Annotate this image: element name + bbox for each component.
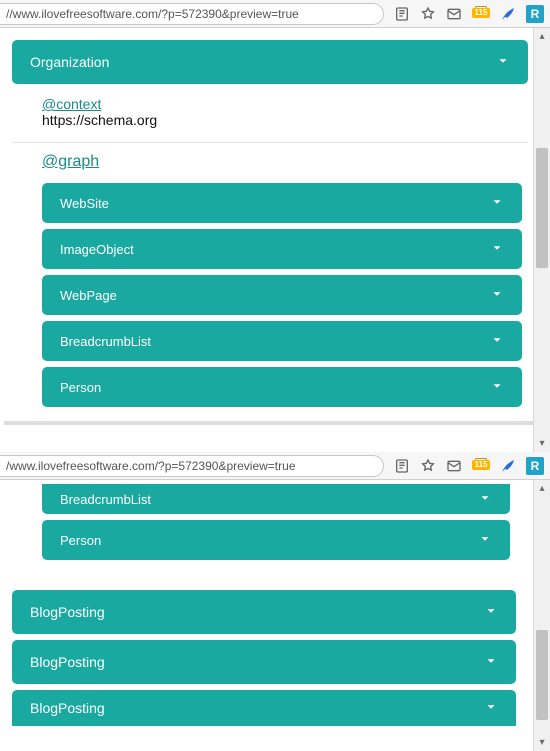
favorite-icon[interactable] [420,458,436,474]
url-text: /www.ilovefreesoftware.com/?p=572390&pre… [6,459,296,473]
accordion-label: BreadcrumbList [60,334,151,349]
accordion-label: WebPage [60,288,117,303]
toolbar-icons: 115 R [388,5,550,23]
favorite-icon[interactable] [420,6,436,22]
scroll-up-arrow[interactable]: ▴ [534,480,550,497]
accordion-label: BlogPosting [30,654,105,670]
reader-icon[interactable] [394,458,410,474]
extension-r-icon[interactable]: R [526,5,544,23]
chevron-down-icon [478,532,492,549]
accordion-organization[interactable]: Organization [12,40,528,84]
chevron-down-icon [490,241,504,258]
url-text: //www.ilovefreesoftware.com/?p=572390&pr… [6,7,299,21]
accordion-person[interactable]: Person [42,520,510,560]
chevron-down-icon [484,604,498,621]
extension-r-label: R [531,7,540,21]
accordion-webpage[interactable]: WebPage [42,275,522,315]
accordion-label: WebSite [60,196,109,211]
chevron-down-icon [478,491,492,508]
scroll-thumb[interactable] [536,148,548,268]
accordion-website[interactable]: WebSite [42,183,522,223]
divider [12,142,528,143]
accordion-label: Organization [30,54,109,70]
scroll-up-arrow[interactable]: ▴ [534,28,550,45]
address-bar: //www.ilovefreesoftware.com/?p=572390&pr… [0,0,550,28]
scroll-thumb[interactable] [536,630,548,720]
mail-icon[interactable] [446,458,462,474]
accordion-label: ImageObject [60,242,134,257]
accordion-blogposting[interactable]: BlogPosting [12,690,516,726]
extension-r-label: R [531,459,540,473]
badge-count: 115 [472,8,490,18]
quill-icon[interactable] [500,458,516,474]
context-value: https://schema.org [42,112,157,128]
extension-r-icon[interactable]: R [526,457,544,475]
accordion-person[interactable]: Person [42,367,522,407]
partial-next-row [4,421,546,425]
chevron-down-icon [490,333,504,350]
graph-key-link[interactable]: @graph [42,153,99,170]
accordion-label: Person [60,380,101,395]
vertical-scrollbar[interactable]: ▴ ▾ [533,480,550,751]
chevron-down-icon [484,654,498,671]
reader-icon[interactable] [394,6,410,22]
accordion-label: BreadcrumbList [60,492,151,507]
url-field[interactable]: /www.ilovefreesoftware.com/?p=572390&pre… [0,455,384,477]
mail-icon[interactable] [446,6,462,22]
accordion-label: Person [60,533,101,548]
scroll-down-arrow[interactable]: ▾ [534,435,550,452]
accordion-blogposting[interactable]: BlogPosting [12,640,516,684]
shop-badge-icon[interactable]: 115 [472,6,490,22]
accordion-label: BlogPosting [30,700,105,716]
page-content: ▴ ▾ Organization @context https://schema… [0,28,550,452]
chevron-down-icon [484,700,498,717]
address-bar: /www.ilovefreesoftware.com/?p=572390&pre… [0,452,550,480]
chevron-down-icon [490,287,504,304]
badge-count: 115 [472,460,490,470]
chevron-down-icon [496,54,510,71]
accordion-label: BlogPosting [30,604,105,620]
quill-icon[interactable] [500,6,516,22]
accordion-breadcrumblist[interactable]: BreadcrumbList [42,484,510,514]
vertical-scrollbar[interactable]: ▴ ▾ [533,28,550,452]
page-content: ▴ ▾ BreadcrumbList Person BlogPosting [0,480,550,751]
context-block: @context https://schema.org [12,90,528,136]
chevron-down-icon [490,195,504,212]
url-field[interactable]: //www.ilovefreesoftware.com/?p=572390&pr… [0,3,384,25]
chevron-down-icon [490,379,504,396]
accordion-breadcrumblist[interactable]: BreadcrumbList [42,321,522,361]
scroll-down-arrow[interactable]: ▾ [534,734,550,751]
context-key-link[interactable]: @context [42,96,101,112]
accordion-imageobject[interactable]: ImageObject [42,229,522,269]
shop-badge-icon[interactable]: 115 [472,458,490,474]
accordion-blogposting[interactable]: BlogPosting [12,590,516,634]
toolbar-icons: 115 R [388,457,550,475]
